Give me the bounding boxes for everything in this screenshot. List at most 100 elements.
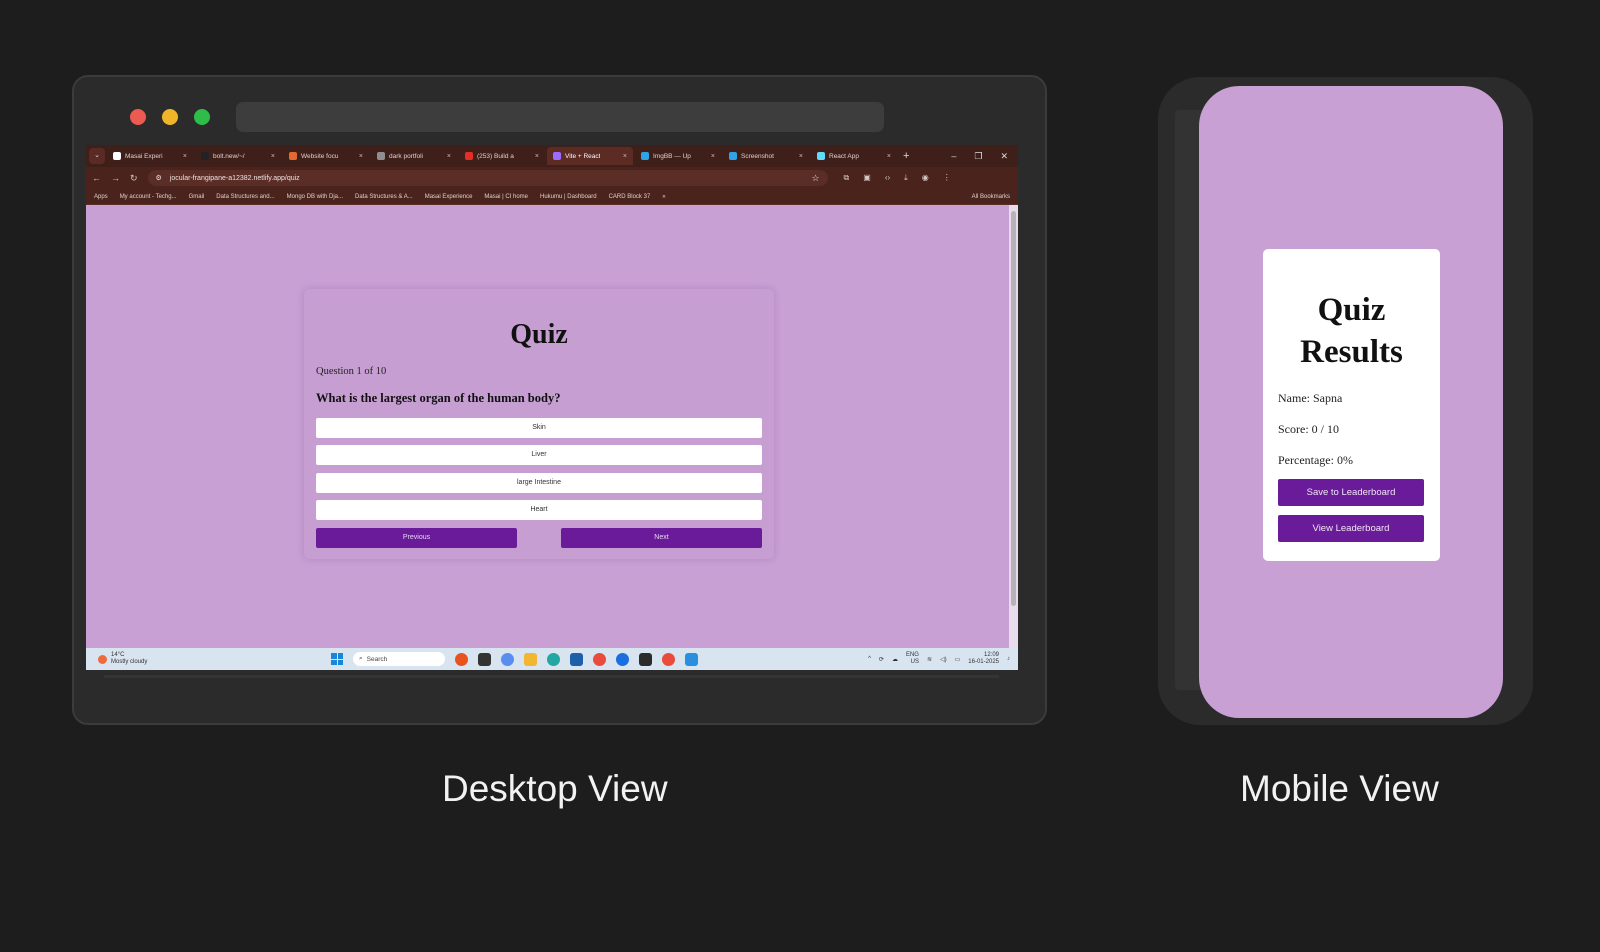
bookmarks-overflow-icon[interactable]: » (662, 194, 665, 200)
minimize-icon[interactable]: – (951, 151, 956, 162)
new-tab-icon[interactable]: + (903, 150, 909, 162)
sidebar-icon[interactable]: ▣ (863, 173, 871, 183)
bookmark-item[interactable]: Masai Experience (425, 194, 473, 200)
profile-icon[interactable]: ◉ (922, 173, 929, 183)
question-text: What is the largest organ of the human b… (316, 391, 561, 405)
results-title: Quiz Results (1300, 292, 1403, 370)
restore-icon[interactable]: ❐ (974, 151, 982, 162)
bookmark-item[interactable]: Data Structures & A... (355, 194, 413, 200)
question-counter: Question 1 of 10 (316, 366, 387, 377)
mobile-caption: Mobile View (1240, 768, 1439, 809)
option-button[interactable]: Skin (316, 418, 762, 438)
tab-favicon-icon (113, 152, 121, 160)
back-icon[interactable]: ← (92, 173, 101, 183)
scrollbar-thumb[interactable] (1011, 211, 1016, 606)
wifi-icon[interactable]: ≋ (927, 656, 932, 663)
bookmark-item[interactable]: Data Structures and... (216, 194, 274, 200)
chrome-icon[interactable] (662, 652, 675, 666)
battery-icon[interactable]: ▭ (955, 656, 961, 663)
tab-favicon-icon (817, 152, 825, 160)
browser-tab[interactable]: dark portfoli × (371, 147, 457, 165)
tab-label: ImgBB — Up (653, 152, 691, 160)
clock-time: 12:09 (983, 652, 999, 658)
bookmark-item[interactable]: CARD Block 37 (609, 194, 651, 200)
tab-close-icon[interactable]: × (711, 153, 715, 160)
weather-widget[interactable]: 14°C Mostly cloudy (86, 652, 331, 666)
quiz-card: Quiz Question 1 of 10 What is the larges… (304, 289, 774, 559)
weather-icon (98, 654, 107, 664)
forward-icon[interactable]: → (111, 173, 120, 183)
bookmark-item[interactable]: Mongo DB with Dja... (287, 194, 343, 200)
terminal-icon[interactable] (639, 652, 652, 666)
tab-close-icon[interactable]: × (359, 153, 363, 160)
clock-date: 16-01-2025 (968, 659, 999, 665)
store-icon[interactable] (570, 652, 583, 666)
browser-tab[interactable]: (253) Build a × (459, 147, 545, 165)
next-button[interactable]: Next (561, 528, 762, 548)
previous-button[interactable]: Previous (316, 528, 517, 548)
bookmark-item[interactable]: Apps (94, 194, 108, 200)
tab-search-icon[interactable]: ⌄ (89, 148, 105, 164)
task-view-icon[interactable] (478, 652, 491, 666)
bookmark-item[interactable]: Hukumu | Dashboard (540, 194, 597, 200)
desktop-caption: Desktop View (442, 768, 668, 809)
site-info-icon[interactable]: ⚙ (156, 174, 162, 182)
result-score: Score: 0 / 10 (1278, 422, 1339, 436)
reload-icon[interactable]: ↻ (130, 173, 138, 184)
url-text: jocular-frangipane-a12382.netlify.app/qu… (169, 174, 300, 182)
chrome-icon[interactable] (593, 652, 606, 666)
tab-label: Masai Experi (125, 152, 163, 160)
tab-favicon-icon (377, 152, 385, 160)
menu-icon[interactable]: ⋮ (943, 173, 951, 183)
vscode-icon[interactable] (685, 652, 698, 666)
tab-label: Website focu (301, 152, 339, 160)
browser-tab[interactable]: bolt.new/~/ × (195, 147, 281, 165)
browser-tab[interactable]: Website focu × (283, 147, 369, 165)
browser-tab[interactable]: ImgBB — Up × (635, 147, 721, 165)
bookmark-item[interactable]: Gmail (189, 194, 205, 200)
tab-close-icon[interactable]: × (887, 153, 891, 160)
option-button[interactable]: large Intestine (316, 473, 762, 493)
tab-close-icon[interactable]: × (447, 153, 451, 160)
save-leaderboard-button[interactable]: Save to Leaderboard (1278, 479, 1424, 506)
navigation-bar: ← → ↻ ⚙ jocular-frangipane-a12382.netlif… (86, 167, 1018, 189)
file-explorer-icon[interactable] (524, 652, 537, 666)
sync-icon[interactable]: ⟳ (879, 656, 884, 663)
app-icon[interactable] (455, 652, 468, 666)
extensions-icon[interactable]: ⧉ (844, 173, 850, 183)
edge-icon[interactable] (547, 652, 560, 666)
close-icon[interactable]: ✕ (1000, 151, 1008, 162)
copilot-icon[interactable] (501, 652, 514, 666)
tab-close-icon[interactable]: × (183, 153, 187, 160)
browser-tab[interactable]: Masai Experi × (107, 147, 193, 165)
chevron-up-icon[interactable]: ^ (868, 656, 871, 662)
all-bookmarks-link[interactable]: All Bookmarks (972, 194, 1010, 200)
tab-close-icon[interactable]: × (271, 153, 275, 160)
browser-tab[interactable]: React App × (811, 147, 897, 165)
bookmark-item[interactable]: My account - Techg... (120, 194, 177, 200)
tab-close-icon[interactable]: × (799, 153, 803, 160)
phone-screen: Quiz Results Name: Sapna Score: 0 / 10 P… (1199, 86, 1503, 718)
option-button[interactable]: Heart (316, 500, 762, 520)
tab-strip: ⌄ Masai Experi × bolt.new/~/ × Website focu ×… (86, 145, 1018, 167)
volume-icon[interactable]: ◁) (940, 656, 947, 663)
bookmark-item[interactable]: Masai | CI home (484, 194, 528, 200)
taskbar-search-label: Search (366, 655, 388, 663)
zoom-icon[interactable] (616, 652, 629, 666)
start-icon[interactable] (331, 653, 343, 665)
browser-tab[interactable]: Vite + React × (547, 147, 633, 165)
cloud-icon[interactable]: ☁ (892, 656, 898, 663)
tab-label: Screenshot (741, 152, 774, 160)
tab-close-icon[interactable]: × (535, 153, 539, 160)
notification-bell-icon[interactable]: ♪ (1007, 656, 1010, 662)
tab-close-icon[interactable]: × (623, 153, 627, 160)
download-icon[interactable]: ⤓ (904, 173, 908, 183)
bookmark-star-icon[interactable]: ☆ (811, 173, 819, 184)
devtools-icon[interactable]: ‹› (885, 173, 890, 183)
option-button[interactable]: Liver (316, 445, 762, 465)
view-leaderboard-button[interactable]: View Leaderboard (1278, 515, 1424, 542)
mockup-address-pill (236, 102, 884, 132)
taskbar-search[interactable]: ⌕ Search (353, 652, 445, 666)
browser-tab[interactable]: Screenshot × (723, 147, 809, 165)
url-bar[interactable]: ⚙ jocular-frangipane-a12382.netlify.app/… (147, 170, 828, 186)
